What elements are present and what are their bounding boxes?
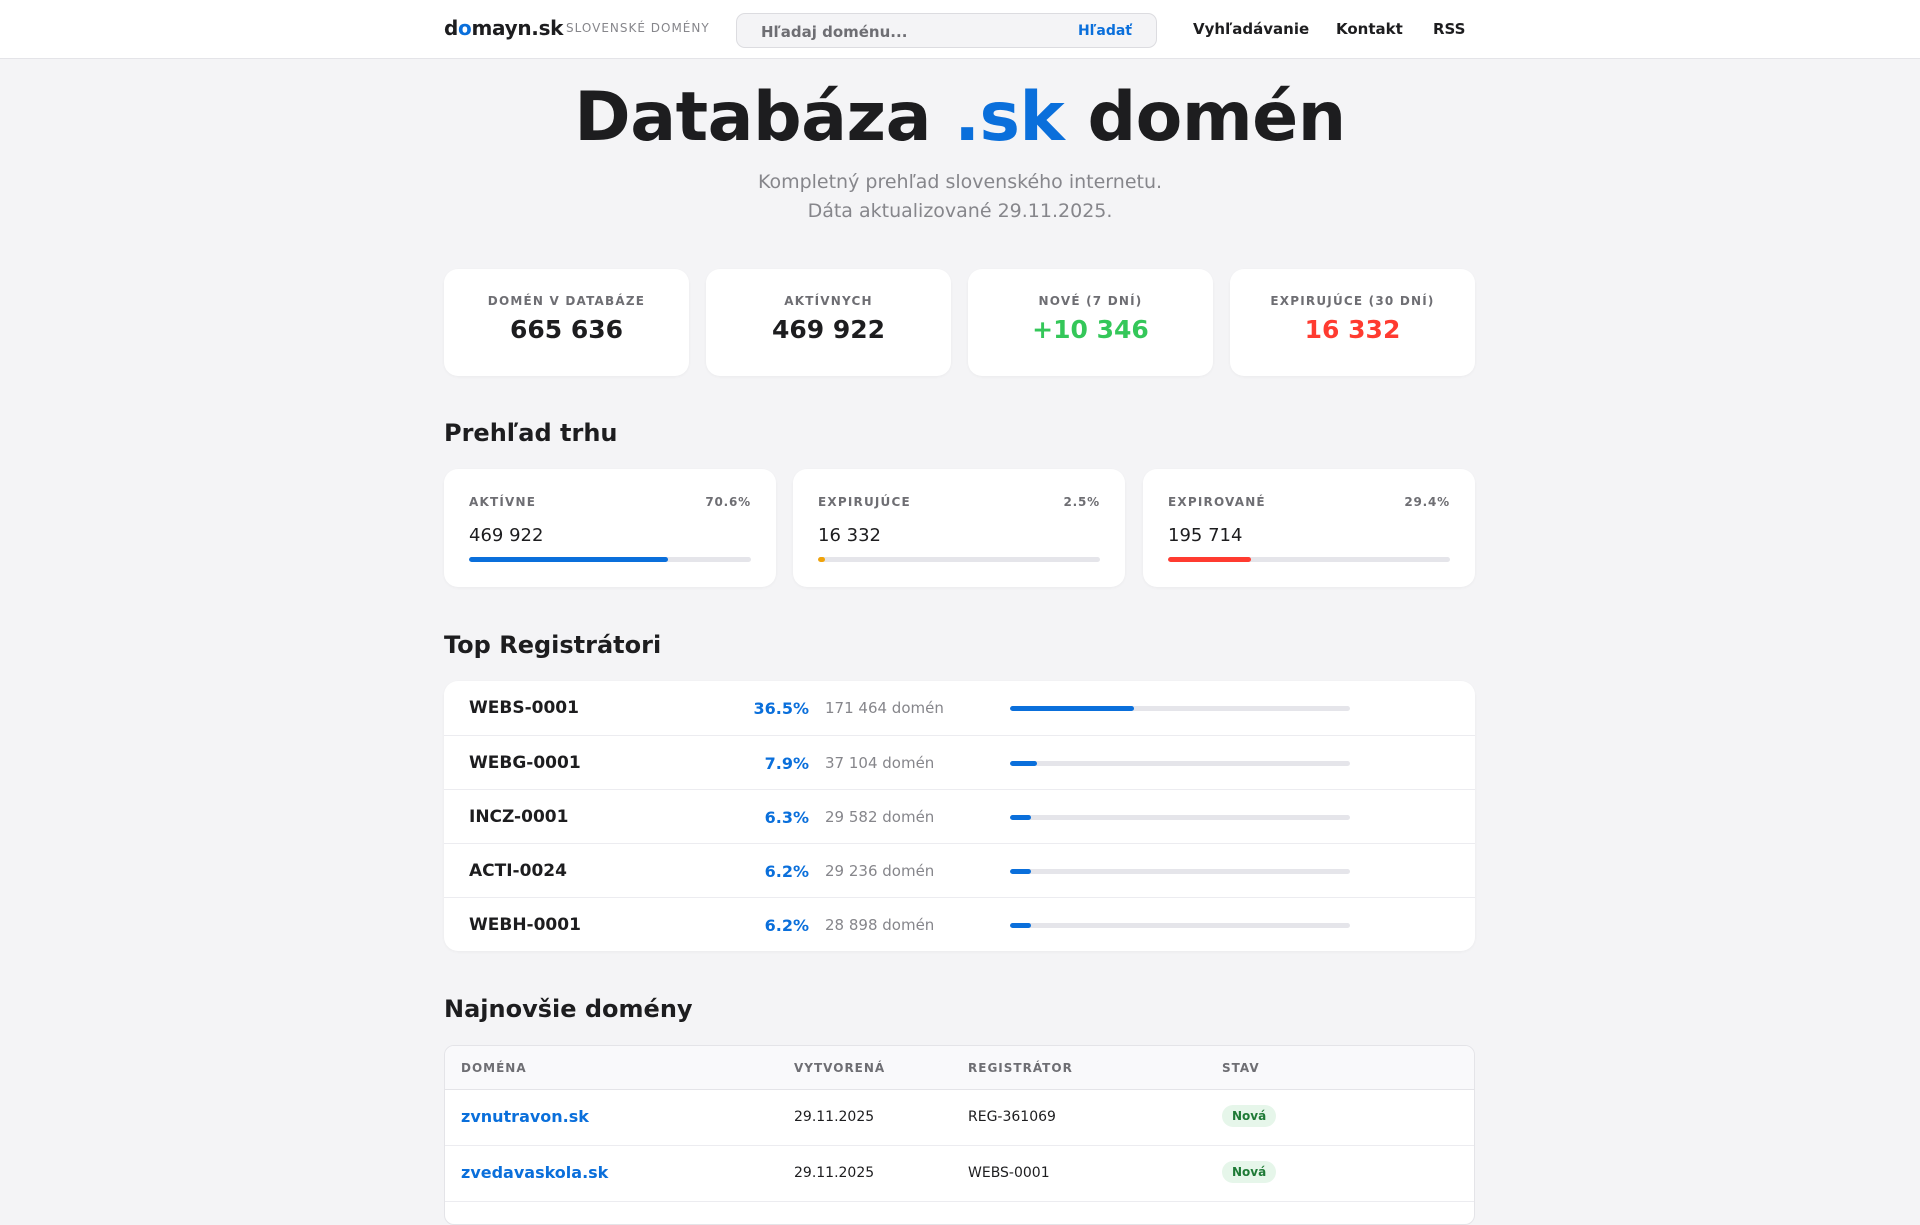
registrars-section-title: Top Registrátori <box>444 631 662 659</box>
stat-value: 469 922 <box>771 315 886 344</box>
registrar-name: WEBS-0001 <box>469 698 579 718</box>
status-badge: Nová <box>1222 1161 1277 1183</box>
created-date: 29.11.2025 <box>794 1109 875 1125</box>
registrar-row[interactable]: WEBS-0001 36.5% 171 464 domén <box>444 681 1475 735</box>
stat-label: EXPIRUJÚCE (30 DNÍ) <box>1270 294 1435 308</box>
domain-link[interactable]: zvedavaskola.sk <box>461 1163 608 1182</box>
stat-card-active: AKTÍVNYCH 469 922 <box>706 269 951 376</box>
registrar-row[interactable]: WEBH-0001 6.2% 28 898 domén <box>444 897 1475 951</box>
title-part-2: domén <box>1087 78 1346 157</box>
market-progress-track <box>469 557 751 562</box>
table-header: DOMÉNA VYTVORENÁ REGISTRÁTOR STAV <box>445 1046 1474 1090</box>
page-title: Databáza .sk domén <box>0 78 1920 157</box>
search-box: Hľadať <box>736 13 1157 48</box>
stat-label: NOVÉ (7 DNÍ) <box>1038 294 1143 308</box>
registrar-share-track <box>1010 706 1350 711</box>
registrar-name: ACTI-0024 <box>469 861 567 881</box>
registrar-domain-count: 171 464 domén <box>825 699 944 717</box>
registrar-share-fill <box>1010 923 1032 928</box>
title-part-1: Databáza <box>574 78 932 157</box>
market-card-label: EXPIROVANÉ <box>1168 495 1266 509</box>
newest-domains-table: DOMÉNA VYTVORENÁ REGISTRÁTOR STAV zvnutr… <box>444 1045 1475 1225</box>
registrar-share-fill <box>1010 706 1135 711</box>
market-card-percent: 2.5% <box>1063 495 1100 509</box>
status-badge: Nová <box>1222 1105 1277 1127</box>
created-date: 29.11.2025 <box>794 1165 875 1181</box>
market-card-label: AKTÍVNE <box>469 495 537 509</box>
search-button[interactable]: Hľadať <box>1078 23 1132 39</box>
table-row: zvedavaskola.sk 29.11.2025 WEBS-0001 Nov… <box>445 1146 1474 1202</box>
registrar-row[interactable]: WEBG-0001 7.9% 37 104 domén <box>444 735 1475 789</box>
newest-section-title: Najnovšie domény <box>444 995 693 1023</box>
title-accent: .sk <box>954 78 1065 157</box>
registrar-domain-count: 28 898 domén <box>825 916 935 934</box>
page-subtitle-line-2: Dáta aktualizované 29.11.2025. <box>807 200 1113 222</box>
registrar-percent: 6.2% <box>764 916 809 935</box>
market-progress-track <box>1168 557 1450 562</box>
registrar-name: INCZ-0001 <box>469 807 569 827</box>
stat-card-total: DOMÉN V DATABÁZE 665 636 <box>444 269 689 376</box>
nav-link-contact[interactable]: Kontakt <box>1336 20 1403 38</box>
registrar-domain-count: 37 104 domén <box>825 754 935 772</box>
registrar-share-fill <box>1010 869 1032 874</box>
registrars-list: WEBS-0001 36.5% 171 464 domén WEBG-0001 … <box>444 681 1475 951</box>
stat-label: AKTÍVNYCH <box>784 294 873 308</box>
stat-value: 16 332 <box>1304 315 1401 344</box>
stat-value: 665 636 <box>509 315 624 344</box>
logo-text-start: d <box>444 16 459 40</box>
registrar-share-track <box>1010 761 1350 766</box>
registrar-name: WEBH-0001 <box>469 915 581 935</box>
registrar-share-track <box>1010 869 1350 874</box>
domain-link[interactable]: zvnutravon.sk <box>461 1107 589 1126</box>
registrar-percent: 7.9% <box>764 754 809 773</box>
registrar-code: REG-361069 <box>968 1109 1056 1125</box>
column-header-registrar[interactable]: REGISTRÁTOR <box>968 1061 1073 1075</box>
registrar-percent: 6.2% <box>764 862 809 881</box>
stat-value: +10 346 <box>1032 315 1149 344</box>
nav-link-search[interactable]: Vyhľadávanie <box>1193 20 1309 38</box>
registrar-share-fill <box>1010 815 1032 820</box>
search-input[interactable] <box>761 22 1061 42</box>
market-section-title: Prehľad trhu <box>444 419 618 447</box>
market-card-expired: EXPIROVANÉ 29.4% 195 714 <box>1143 469 1475 587</box>
stat-label: DOMÉN V DATABÁZE <box>487 294 646 308</box>
registrar-row[interactable]: ACTI-0024 6.2% 29 236 domén <box>444 843 1475 897</box>
registrar-share-track <box>1010 815 1350 820</box>
registrar-name: WEBG-0001 <box>469 753 581 773</box>
market-card-percent: 29.4% <box>1404 495 1450 509</box>
logo-text-end: mayn.sk <box>471 16 564 40</box>
market-progress-fill <box>469 557 669 562</box>
market-card-active: AKTÍVNE 70.6% 469 922 <box>444 469 776 587</box>
market-card-count: 16 332 <box>818 525 881 546</box>
logo-tagline: SLOVENSKÉ DOMÉNY <box>566 21 710 35</box>
stat-card-new: NOVÉ (7 DNÍ) +10 346 <box>968 269 1213 376</box>
registrar-percent: 6.3% <box>764 808 809 827</box>
registrar-share-fill <box>1010 761 1037 766</box>
registrar-domain-count: 29 236 domén <box>825 862 935 880</box>
registrar-domain-count: 29 582 domén <box>825 808 935 826</box>
market-card-percent: 70.6% <box>705 495 751 509</box>
nav-link-rss[interactable]: RSS <box>1433 20 1465 38</box>
column-header-status[interactable]: STAV <box>1222 1061 1260 1075</box>
column-header-domain[interactable]: DOMÉNA <box>461 1061 527 1075</box>
market-card-label: EXPIRUJÚCE <box>818 495 911 509</box>
market-progress-fill <box>818 557 826 562</box>
market-card-count: 469 922 <box>469 525 544 546</box>
registrar-code: WEBS-0001 <box>968 1165 1050 1181</box>
column-header-created[interactable]: VYTVORENÁ <box>794 1061 885 1075</box>
market-progress-fill <box>1168 557 1251 562</box>
page-subtitle-line-1: Kompletný prehľad slovenského internetu. <box>757 171 1163 193</box>
market-card-count: 195 714 <box>1168 525 1243 546</box>
registrar-share-track <box>1010 923 1350 928</box>
market-progress-track <box>818 557 1100 562</box>
table-row: zvnutravon.sk 29.11.2025 REG-361069 Nová <box>445 1090 1474 1146</box>
stat-card-expiring: EXPIRUJÚCE (30 DNÍ) 16 332 <box>1230 269 1475 376</box>
market-card-expiring: EXPIRUJÚCE 2.5% 16 332 <box>793 469 1125 587</box>
registrar-percent: 36.5% <box>753 699 809 718</box>
top-navigation-bar: domayn.sk SLOVENSKÉ DOMÉNY Hľadať Vyhľad… <box>0 0 1920 59</box>
registrar-row[interactable]: INCZ-0001 6.3% 29 582 domén <box>444 789 1475 843</box>
site-logo[interactable]: domayn.sk <box>444 16 563 40</box>
logo-text-accent: o <box>458 16 472 40</box>
